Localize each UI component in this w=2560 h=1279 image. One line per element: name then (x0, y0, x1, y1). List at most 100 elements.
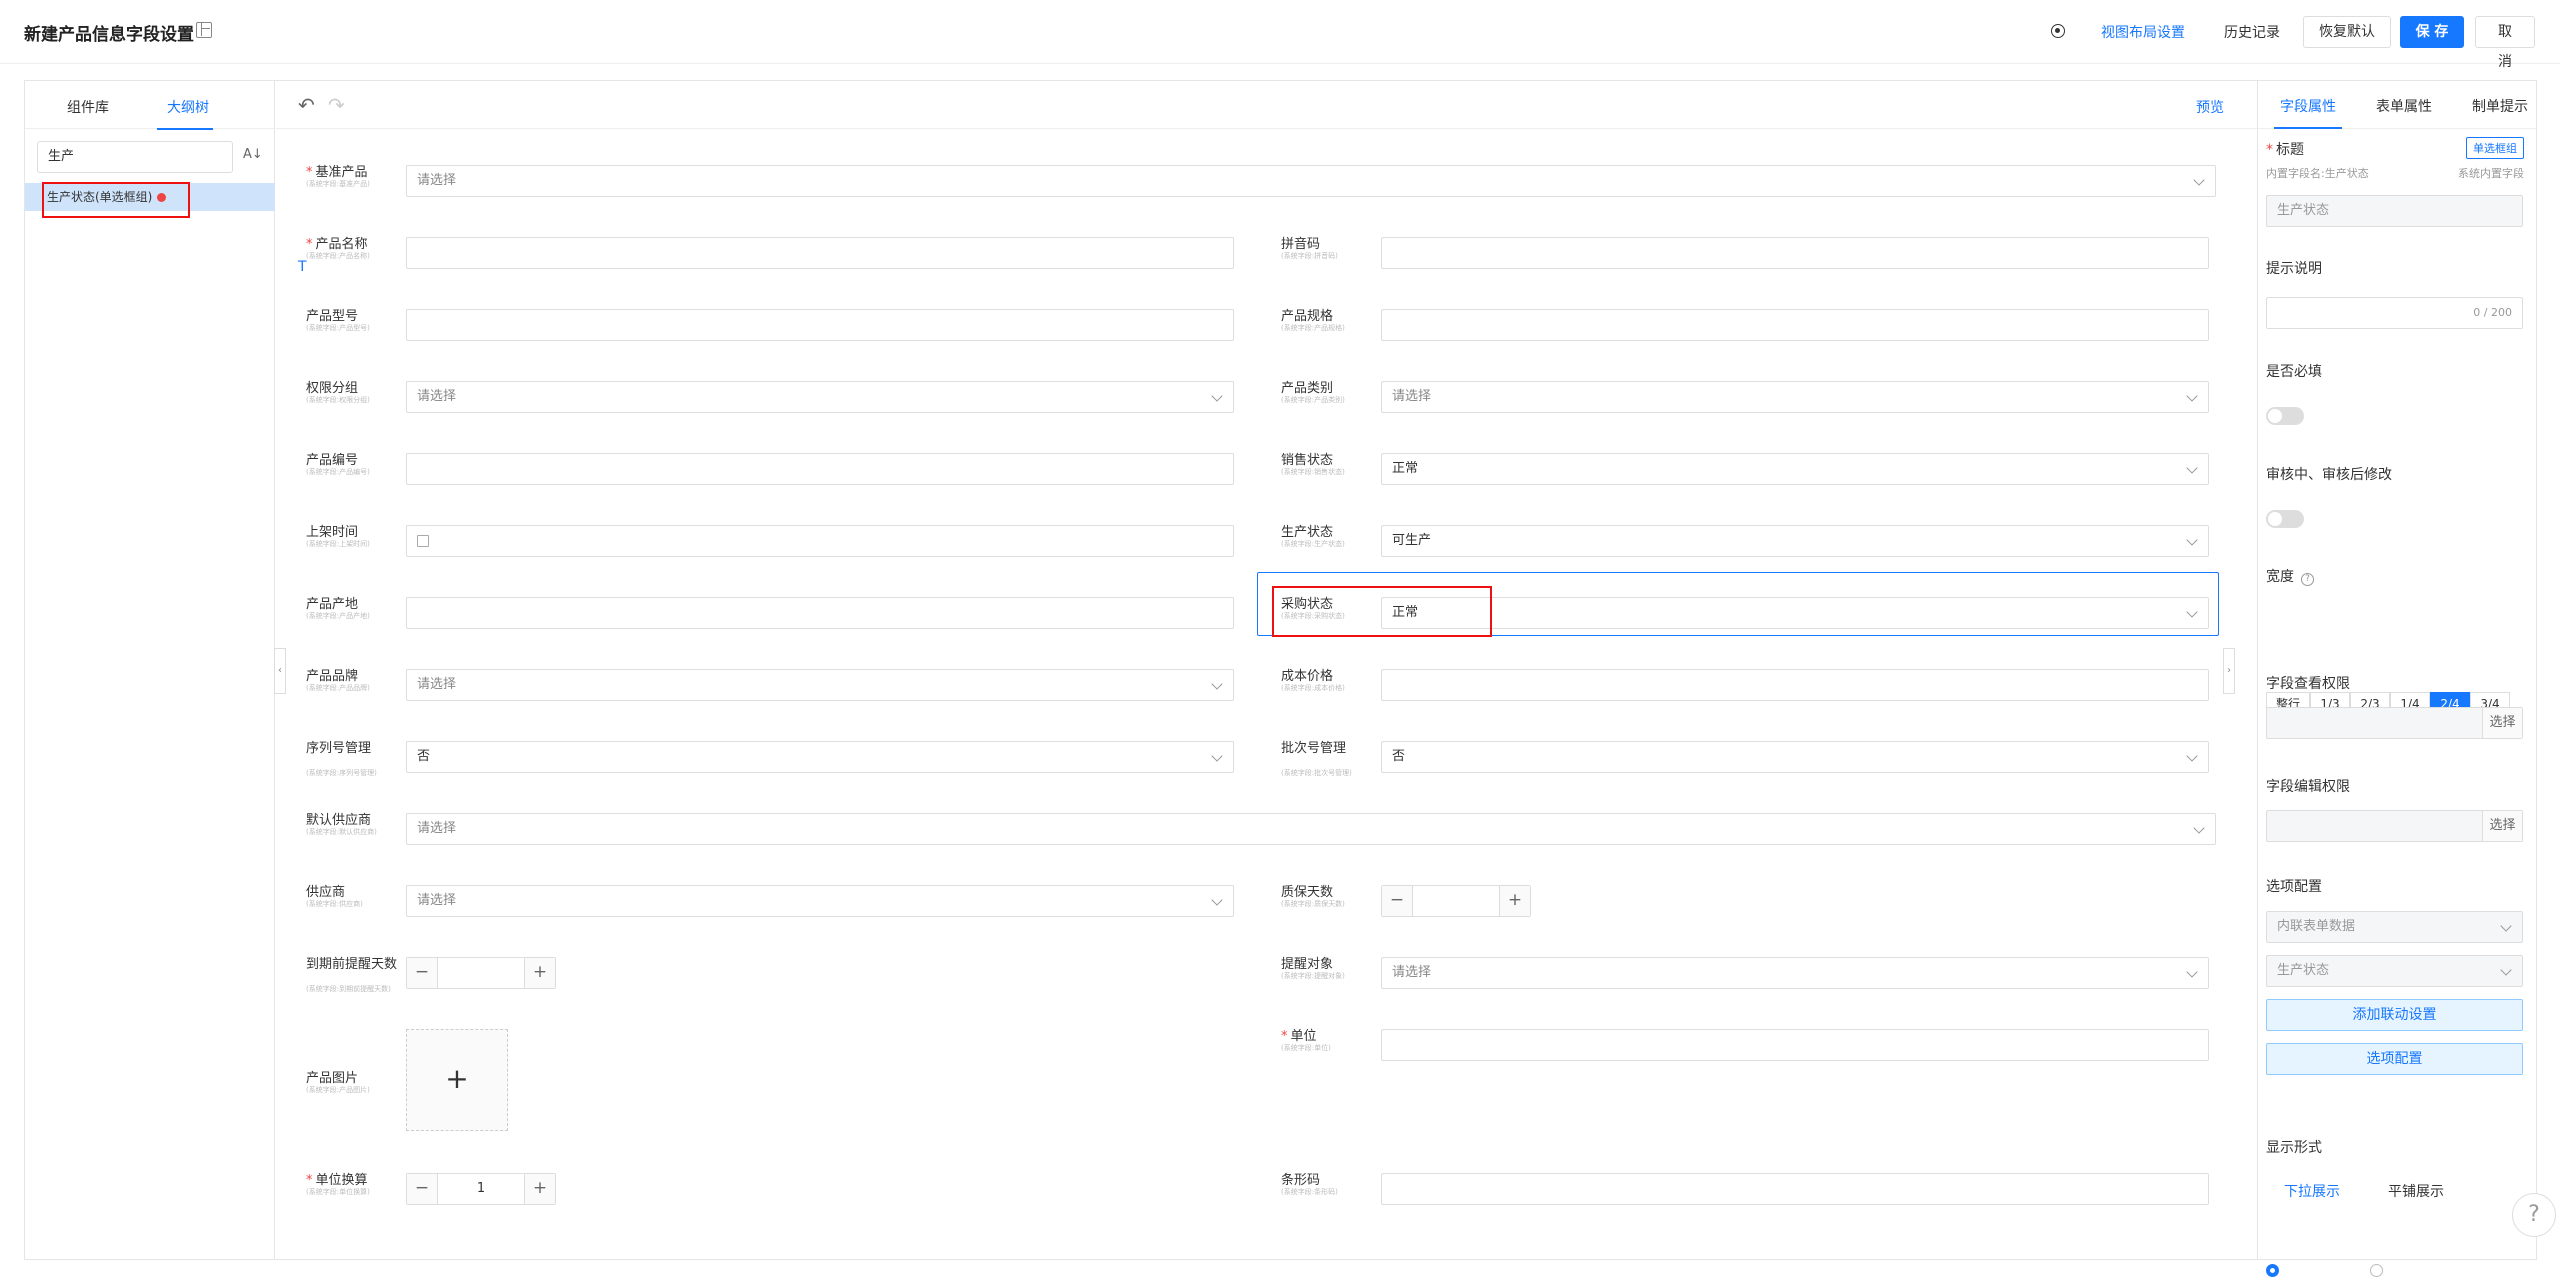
form-row: 供应商 (系统字段:供应商) 请选择 质保天数 (系统字段:质保天数) − + (276, 873, 2259, 937)
layout-icon[interactable] (196, 22, 212, 38)
field-base-product: * 基准产品 (系统字段:基准产品) 请选择 (306, 153, 2231, 213)
sales-status-select[interactable]: 正常 (1381, 453, 2209, 485)
designer-workspace: 组件库 大纲树 生产 A↓ 生产状态(单选框组) ↶ ↷ 预览 * 基准产品 (系统… (24, 80, 2556, 1277)
form-row: 产品图片 (系统字段:产品图片) + * 单位 (系统字段:单位) (276, 1017, 2259, 1157)
left-tabs: 组件库 大纲树 (25, 81, 274, 130)
field-cost-price: 成本价格 (系统字段:成本价格) (1281, 657, 2209, 717)
help-icon: ? (2301, 573, 2314, 586)
text-cursor-icon: T (298, 259, 307, 275)
properties-panel: 字段属性 表单属性 制单提示 * 标题 单选框组 内置字段名:生产状态 系统内置字… (2257, 81, 2556, 1277)
field-product-image: 产品图片 (系统字段:产品图片) + (306, 1017, 1216, 1147)
title-input[interactable]: 生产状态 (2266, 195, 2523, 227)
display-dropdown-radio[interactable] (2266, 1264, 2279, 1277)
top-bar: 新建产品信息字段设置 视图布局设置 历史记录 恢复默认 保 存 取 消 (0, 0, 2560, 70)
option-source-select[interactable]: 内联表单数据 (2266, 911, 2523, 943)
field-sales-status: 销售状态 (系统字段:销售状态) 正常 (1281, 441, 2209, 501)
chevron-down-icon (2193, 174, 2205, 186)
canvas-toolbar: ↶ ↷ 预览 (276, 81, 2259, 129)
field-unit-conversion: * 单位换算 (系统字段:单位换算) −1 + (306, 1161, 1216, 1221)
unit-conversion-stepper[interactable]: −1 + (406, 1173, 556, 1205)
display-tiled-radio[interactable] (2370, 1264, 2383, 1277)
pinyin-input[interactable] (1381, 237, 2209, 269)
collapse-right-button[interactable]: › (2223, 648, 2235, 694)
product-code-input[interactable] (406, 453, 1234, 485)
product-spec-input[interactable] (1381, 309, 2209, 341)
settings-icon[interactable] (2051, 24, 2065, 38)
permission-group-select[interactable]: 请选择 (406, 381, 1234, 413)
tab-document-tips[interactable]: 制单提示 (2472, 96, 2528, 116)
tab-form-properties[interactable]: 表单属性 (2376, 96, 2432, 116)
history-link[interactable]: 历史记录 (2224, 22, 2280, 42)
undo-icon[interactable]: ↶ (298, 93, 315, 117)
product-brand-select[interactable]: 请选择 (406, 669, 1234, 701)
edit-permission-input[interactable]: 选择 (2266, 810, 2523, 842)
option-value-select[interactable]: 生产状态 (2266, 955, 2523, 987)
minus-icon: − (1382, 886, 1412, 916)
preview-link[interactable]: 预览 (2196, 97, 2224, 117)
choose-view-button: 选择 (2482, 708, 2522, 738)
save-button[interactable]: 保 存 (2400, 16, 2464, 48)
product-model-input[interactable] (406, 309, 1234, 341)
plus-icon: + (1500, 886, 1530, 916)
cancel-button[interactable]: 取 消 (2475, 16, 2535, 70)
field-serial-management: 序列号管理 (系统字段:序列号管理) 否 (306, 729, 1234, 789)
image-upload-button[interactable]: + (406, 1029, 508, 1131)
field-product-name: * 产品名称 (系统字段:产品名称) (306, 225, 1234, 285)
form-row: 产品编号 (系统字段:产品编号) 销售状态 (系统字段:销售状态) 正常 (276, 441, 2259, 505)
chevron-down-icon (2186, 534, 2198, 546)
chevron-down-icon (1211, 894, 1223, 906)
serial-management-select[interactable]: 否 (406, 741, 1234, 773)
tab-component-library[interactable]: 组件库 (67, 97, 109, 117)
outline-search-input[interactable]: 生产 (37, 141, 233, 173)
form-row: 序列号管理 (系统字段:序列号管理) 否 批次号管理 (系统字段:批次号管理) 否 (276, 729, 2259, 793)
default-supplier-select[interactable]: 请选择 (406, 813, 2216, 845)
plus-icon: + (525, 958, 555, 988)
field-unit: * 单位 (系统字段:单位) (1281, 1017, 2209, 1077)
chevron-down-icon (1211, 678, 1223, 690)
base-product-select[interactable]: 请选择 (406, 165, 2216, 197)
sort-icon[interactable]: A↓ (243, 147, 263, 162)
field-product-spec: 产品规格 (系统字段:产品规格) (1281, 297, 2209, 357)
view-permission-input[interactable]: 选择 (2266, 707, 2523, 739)
redo-icon[interactable]: ↷ (328, 93, 345, 117)
production-status-select[interactable]: 可生产 (1381, 525, 2209, 557)
help-icon[interactable]: ? (2512, 1193, 2556, 1237)
form-row: 产品型号 (系统字段:产品型号) 产品规格 (系统字段:产品规格) (276, 297, 2259, 361)
chevron-down-icon (2186, 462, 2198, 474)
product-category-select[interactable]: 请选择 (1381, 381, 2209, 413)
minus-icon: − (407, 1174, 437, 1204)
restore-default-button[interactable]: 恢复默认 (2303, 16, 2391, 48)
page-title: 新建产品信息字段设置 (24, 25, 194, 45)
cost-price-input[interactable] (1381, 669, 2209, 701)
tip-input[interactable]: 0 / 200 (2266, 297, 2523, 329)
field-product-origin: 产品产地 (系统字段:产品产地) (306, 585, 1234, 645)
batch-management-select[interactable]: 否 (1381, 741, 2209, 773)
collapse-left-button[interactable]: ‹ (274, 648, 286, 694)
field-batch-management: 批次号管理 (系统字段:批次号管理) 否 (1281, 729, 2209, 789)
chevron-down-icon (2500, 964, 2512, 976)
supplier-select[interactable]: 请选择 (406, 885, 1234, 917)
form-row: 产品品牌 (系统字段:产品品牌) 请选择 成本价格 (系统字段:成本价格) (276, 657, 2259, 721)
options-config-button[interactable]: 选项配置 (2266, 1043, 2523, 1075)
view-layout-link[interactable]: 视图布局设置 (2101, 22, 2185, 42)
tab-outline-tree[interactable]: 大纲树 (157, 97, 213, 130)
product-origin-input[interactable] (406, 597, 1234, 629)
barcode-input[interactable] (1381, 1173, 2209, 1205)
reminder-days-stepper[interactable]: − + (406, 957, 556, 989)
add-linkage-button[interactable]: 添加联动设置 (2266, 999, 2523, 1031)
form-row-base-product: * 基准产品 (系统字段:基准产品) 请选择 (276, 153, 2259, 217)
form-row: * 产品名称 (系统字段:产品名称) 拼音码 (系统字段:拼音码) T (276, 225, 2259, 289)
field-listing-time: 上架时间 (系统字段:上架时间) (306, 513, 1234, 573)
form-row: * 单位换算 (系统字段:单位换算) −1 + 条形码 (系统字段:条形码) (276, 1161, 2259, 1225)
reminder-target-select[interactable]: 请选择 (1381, 957, 2209, 989)
choose-edit-button: 选择 (2482, 811, 2522, 841)
product-name-input[interactable] (406, 237, 1234, 269)
field-permission-group: 权限分组 (系统字段:权限分组) 请选择 (306, 369, 1234, 429)
modify-switch[interactable] (2266, 510, 2304, 528)
required-switch[interactable] (2266, 407, 2304, 425)
form-row: 到期前提醒天数 (系统字段:到期前提醒天数) − + 提醒对象 (系统字段:提醒对象)… (276, 945, 2259, 1009)
warranty-days-stepper[interactable]: − + (1381, 885, 1531, 917)
unit-input[interactable] (1381, 1029, 2209, 1061)
tab-field-properties[interactable]: 字段属性 (2274, 96, 2342, 129)
listing-time-picker[interactable] (406, 525, 1234, 557)
